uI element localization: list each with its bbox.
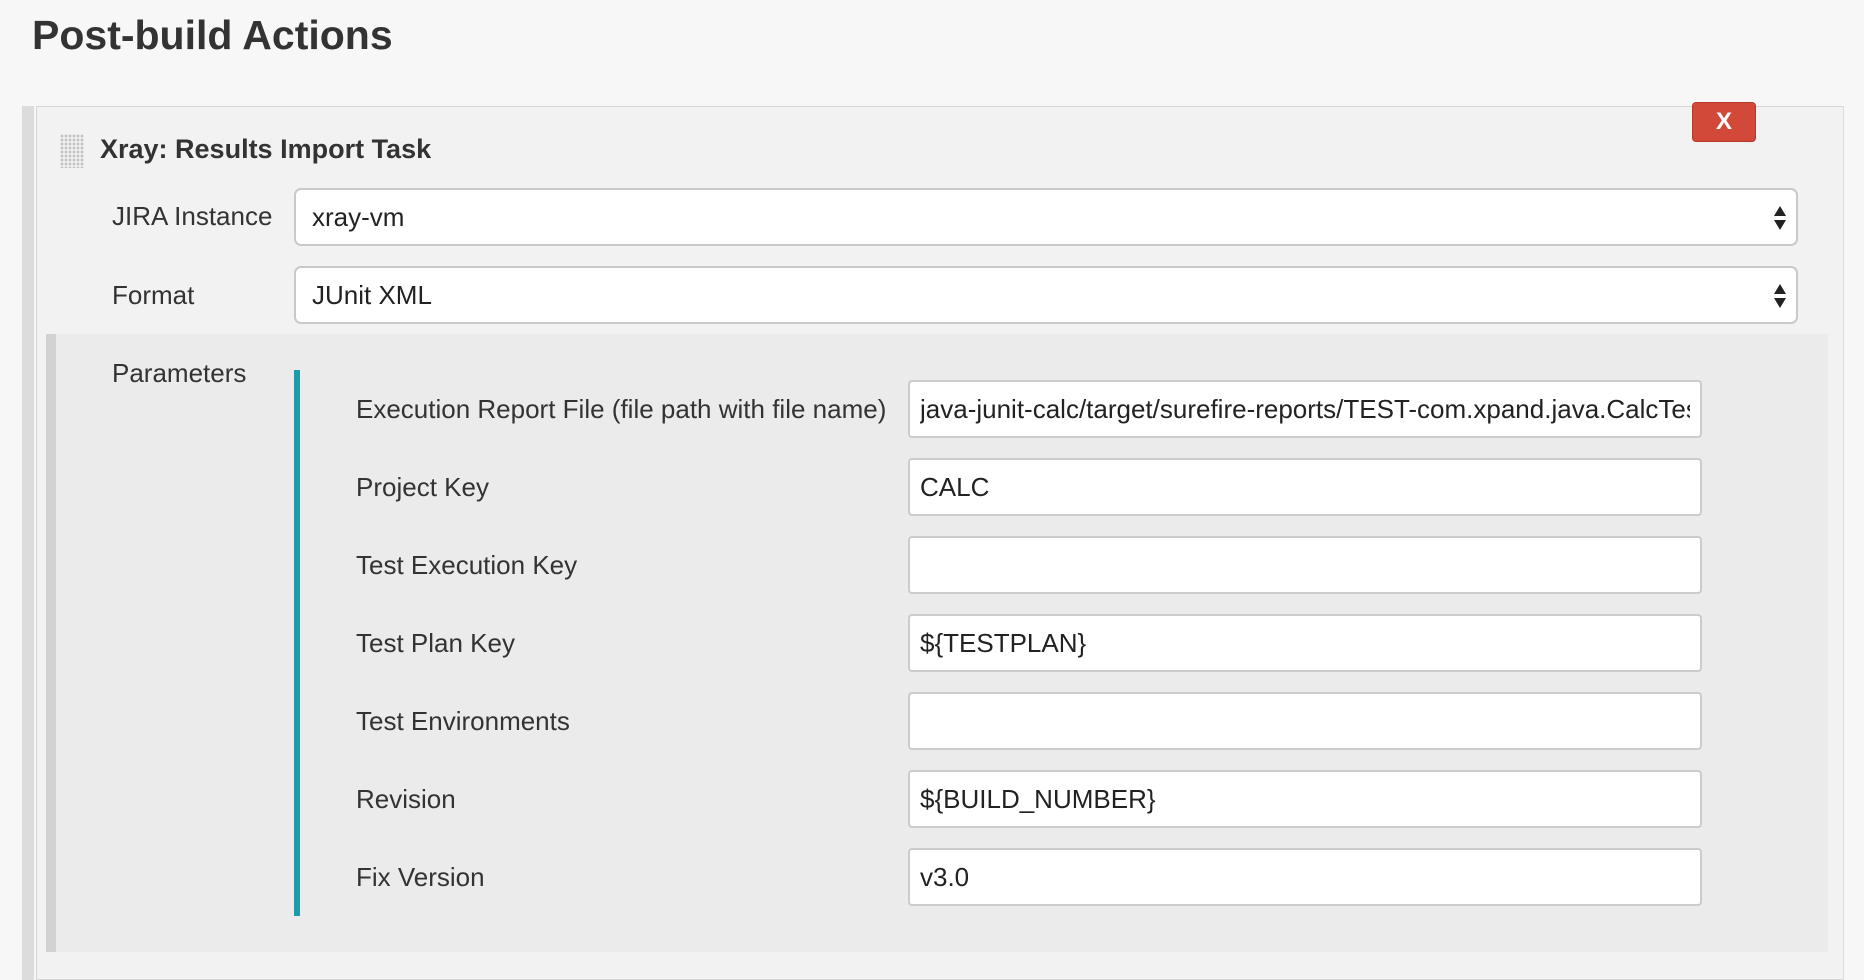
sort-arrows-icon [1774,284,1786,308]
jira-instance-label: JIRA Instance [112,201,273,231]
execution-report-file-input[interactable] [908,380,1702,438]
test-execution-key-label: Test Execution Key [356,550,578,580]
jira-instance-value: xray-vm [312,202,405,232]
test-plan-key-input[interactable] [908,614,1702,672]
test-environments-label: Test Environments [356,706,570,736]
execution-report-file-label: Execution Report File (file path with fi… [356,394,887,424]
jira-instance-select[interactable]: xray-vm [294,188,1798,246]
parameters-section-border [46,334,56,952]
project-key-label: Project Key [356,472,489,502]
delete-task-button[interactable]: X [1692,102,1756,142]
test-environments-input[interactable] [908,692,1702,750]
section-left-border [22,106,34,980]
revision-input[interactable] [908,770,1702,828]
task-title: Xray: Results Import Task [100,134,432,164]
revision-label: Revision [356,784,456,814]
test-execution-key-input[interactable] [908,536,1702,594]
grip-icon[interactable] [60,134,84,168]
parameters-accent-bar [294,370,300,916]
format-select[interactable]: JUnit XML [294,266,1798,324]
section-title: Post-build Actions [32,12,393,58]
parameters-label: Parameters [112,358,247,388]
format-value: JUnit XML [312,280,432,310]
test-plan-key-label: Test Plan Key [356,628,515,658]
fix-version-label: Fix Version [356,862,485,892]
fix-version-input[interactable] [908,848,1702,906]
project-key-input[interactable] [908,458,1702,516]
sort-arrows-icon [1774,206,1786,230]
format-label: Format [112,280,195,310]
